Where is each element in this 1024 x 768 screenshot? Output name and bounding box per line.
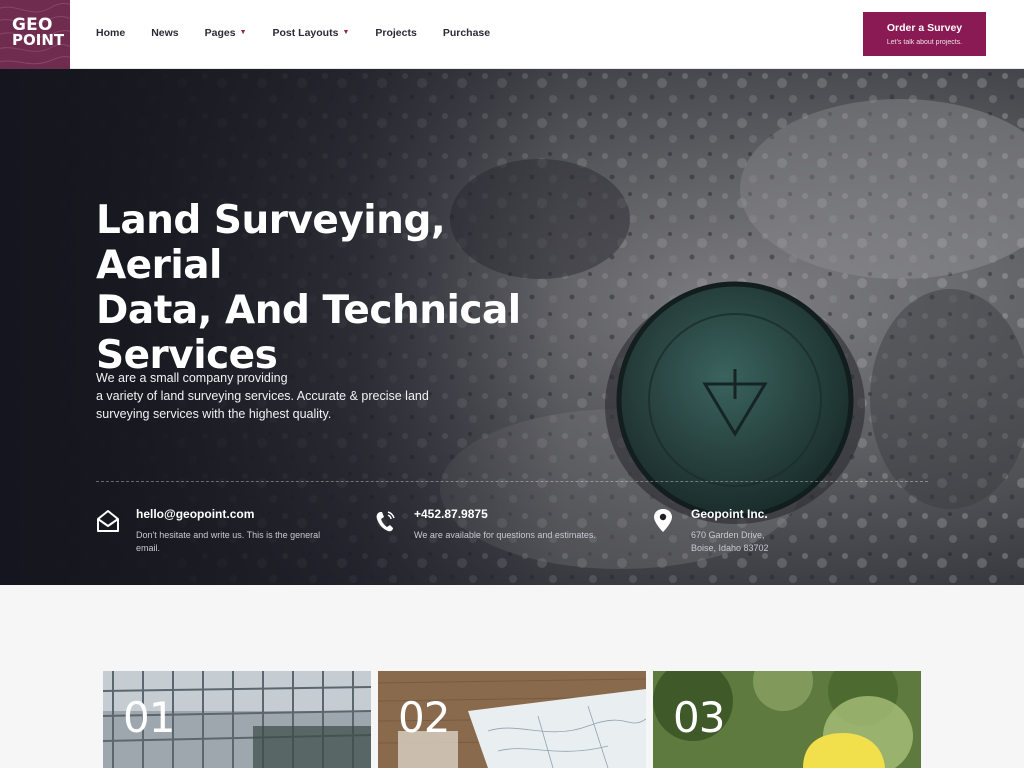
nav-item-pages[interactable]: Pages ▼: [205, 27, 247, 39]
contact-email-title[interactable]: hello@geopoint.com: [136, 507, 320, 521]
card-number: 03: [673, 693, 725, 742]
nav-item-label: Purchase: [442, 27, 491, 39]
contact-email-body: hello@geopoint.com Don't hesitate and wr…: [136, 507, 320, 555]
contact-address-title: Geopoint Inc.: [691, 507, 768, 521]
contact-phone-title[interactable]: +452.87.9875: [414, 507, 596, 521]
hero-description: We are a small company providing a varie…: [96, 369, 466, 423]
hero-description-line: surveying services with the highest qual…: [96, 407, 332, 421]
contact-address-line: 670 Garden Drive,: [691, 530, 765, 540]
nav-item-label: Home: [96, 27, 126, 39]
site-logo[interactable]: GEO POINT: [0, 0, 70, 69]
card-number: 02: [398, 693, 450, 742]
contact-email-line: email.: [136, 543, 161, 553]
hero-description-line: We are a small company providing: [96, 371, 288, 385]
hero-section: Land Surveying, Aerial Data, And Technic…: [0, 69, 1024, 585]
cta-subtitle: Let's talk about projects.: [886, 39, 963, 46]
hero-description-line: a variety of land surveying services. Ac…: [96, 389, 429, 403]
order-survey-button[interactable]: Order a Survey Let's talk about projects…: [863, 12, 986, 56]
contact-email-text: Don't hesitate and write us. This is the…: [136, 529, 320, 555]
contact-phone-body: +452.87.9875 We are available for questi…: [414, 507, 596, 542]
nav-item-news[interactable]: News: [151, 27, 178, 39]
phone-icon[interactable]: [374, 507, 398, 535]
service-card-03[interactable]: 03: [653, 671, 921, 768]
nav-item-post-layouts[interactable]: Post Layouts ▼: [273, 27, 350, 39]
nav-item-label: Projects: [375, 27, 417, 39]
contact-email-line: Don't hesitate and write us. This is the…: [136, 530, 321, 540]
logo-wordmark: GEO POINT: [12, 16, 65, 50]
caret-down-icon: ▼: [239, 28, 247, 36]
nav-item-label: Post Layouts: [272, 27, 339, 39]
service-card-01[interactable]: 01: [103, 671, 371, 768]
contact-phone: +452.87.9875 We are available for questi…: [374, 507, 596, 542]
nav-item-projects[interactable]: Projects: [375, 27, 416, 39]
hero-title-line: Land Surveying, Aerial: [96, 198, 446, 288]
contact-address-body: Geopoint Inc. 670 Garden Drive, Boise, I…: [691, 507, 769, 555]
contact-address: Geopoint Inc. 670 Garden Drive, Boise, I…: [651, 507, 769, 555]
nav-item-label: Pages: [204, 27, 236, 39]
card-number: 01: [123, 693, 175, 742]
service-card-02[interactable]: 02: [378, 671, 646, 768]
hero-divider: [96, 481, 928, 482]
hero-title-line: Data, And Technical: [96, 288, 521, 333]
contact-email: hello@geopoint.com Don't hesitate and wr…: [96, 507, 320, 555]
contact-phone-text: We are available for questions and estim…: [414, 529, 596, 542]
site-header: GEO POINT Home News Pages ▼ Post Layouts ▼…: [0, 0, 1024, 69]
cta-title: Order a Survey: [886, 22, 963, 34]
nav-item-purchase[interactable]: Purchase: [443, 27, 490, 39]
caret-down-icon: ▼: [342, 28, 350, 36]
contact-address-text: 670 Garden Drive, Boise, Idaho 83702: [691, 529, 769, 555]
location-pin-icon: [654, 509, 672, 532]
main-nav: Home News Pages ▼ Post Layouts ▼ Projects …: [96, 27, 516, 39]
envelope-icon[interactable]: [96, 507, 120, 535]
contact-phone-line: We are available for questions and estim…: [414, 530, 596, 540]
nav-item-home[interactable]: Home: [96, 27, 125, 39]
hero-title: Land Surveying, Aerial Data, And Technic…: [96, 198, 566, 378]
contact-address-line: Boise, Idaho 83702: [691, 543, 769, 553]
nav-item-label: News: [151, 27, 179, 39]
logo-line-point: POINT: [12, 31, 65, 50]
